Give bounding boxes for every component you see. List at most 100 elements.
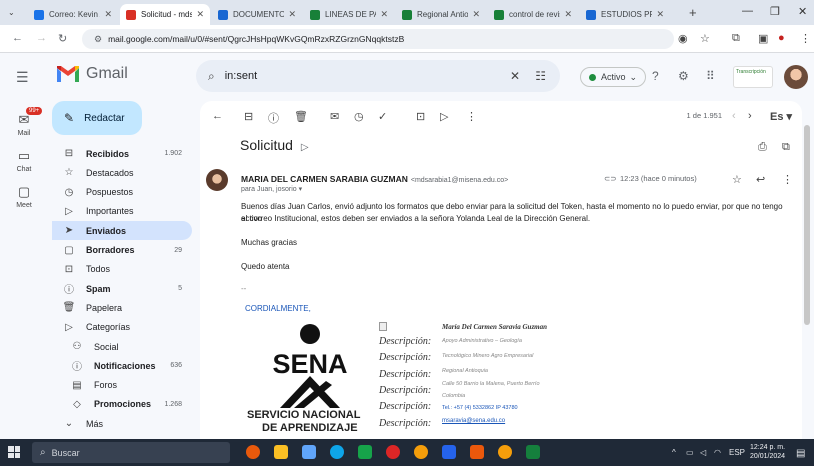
report-spam-icon[interactable]: ⓘ	[268, 110, 279, 126]
taskbar-app-5-icon[interactable]	[358, 445, 372, 459]
rail-chat[interactable]: ▭ Chat	[0, 148, 48, 173]
open-new-window-icon[interactable]: ⧉	[782, 141, 790, 154]
input-language[interactable]: ESP	[729, 448, 745, 457]
folder-todos[interactable]: ⊡ Todos	[52, 260, 192, 279]
folder-foros[interactable]: ▤ Foros	[52, 376, 192, 395]
help-icon[interactable]: ?	[652, 69, 659, 83]
mark-unread-icon[interactable]: ✉	[330, 110, 339, 123]
minimize-icon[interactable]: —	[742, 5, 753, 17]
notifications-icon[interactable]: ▤	[796, 448, 805, 459]
reload-icon[interactable]: ↻	[58, 32, 67, 45]
search-icon[interactable]: ⌕	[208, 69, 215, 84]
powerpoint-icon[interactable]	[470, 445, 484, 459]
file-explorer-icon[interactable]	[274, 445, 288, 459]
account-avatar[interactable]	[784, 65, 808, 89]
back-icon[interactable]: ←	[12, 32, 23, 44]
mail-search-bar[interactable]: ⌕ in:sent ✕ ☷	[196, 60, 560, 92]
sidepanel-icon[interactable]: ▣	[758, 32, 768, 45]
folder-borradores[interactable]: ▢ Borradores 29	[52, 241, 192, 260]
folder-destacados[interactable]: ☆ Destacados	[52, 163, 192, 182]
clear-search-icon[interactable]: ✕	[510, 69, 520, 83]
rail-meet[interactable]: ▢ Meet	[0, 184, 48, 209]
browser-tab[interactable]: ESTUDIOS PREV✕	[580, 4, 670, 25]
browser-tab[interactable]: control de revis ✕	[488, 4, 578, 25]
tab-close-icon[interactable]: ✕	[564, 9, 572, 20]
back-to-list-icon[interactable]: ←	[212, 110, 223, 122]
taskbar-clock[interactable]: 12:24 p. m. 20/01/2024	[750, 443, 785, 461]
folder-importantes[interactable]: ▷ Importantes	[52, 202, 192, 221]
edge-icon[interactable]	[330, 445, 344, 459]
network-icon[interactable]: ◠	[714, 448, 721, 457]
sender-avatar[interactable]	[206, 169, 228, 191]
folder-spam[interactable]: ⓘ Spam 5	[52, 279, 192, 298]
chrome-icon[interactable]	[414, 445, 428, 459]
compose-button[interactable]: ✎ Redactar	[52, 101, 142, 135]
folder-recibidos[interactable]: ⊟ Recibidos 1.902	[52, 144, 192, 163]
move-to-icon[interactable]: ⊡	[416, 110, 425, 123]
taskbar-search[interactable]: ⌕ Buscar	[32, 442, 230, 463]
windows-start-icon[interactable]	[8, 446, 20, 458]
profile-icon[interactable]: ●	[778, 32, 785, 44]
tab-close-icon[interactable]: ✕	[104, 9, 112, 20]
rail-mail[interactable]: ✉ Mail	[0, 112, 48, 137]
taskbar-app-3-icon[interactable]	[302, 445, 316, 459]
word-icon[interactable]	[442, 445, 456, 459]
folder-social[interactable]: ⚇ Social	[52, 337, 192, 356]
folder-mas[interactable]: ⌄ Más	[52, 414, 192, 433]
delete-icon[interactable]: 🗑	[294, 110, 308, 123]
browser-tab[interactable]: Solicitud - mdsa ✕	[120, 4, 210, 25]
chrome-profile-icon[interactable]	[498, 445, 512, 459]
tab-close-icon[interactable]: ✕	[380, 9, 388, 20]
label-icon[interactable]: ▷	[440, 110, 448, 123]
folder-papelera[interactable]: 🗑 Papelera	[52, 298, 192, 317]
star-icon[interactable]: ☆	[732, 173, 742, 186]
label-tag-icon[interactable]: ▷	[301, 142, 309, 153]
message-more-icon[interactable]: ⋮	[782, 173, 793, 186]
taskbar-app-1-icon[interactable]	[246, 445, 260, 459]
more-actions-icon[interactable]: ⋮	[466, 110, 477, 123]
folder-pospuestos[interactable]: ◷ Pospuestos	[52, 183, 192, 202]
tab-close-icon[interactable]: ✕	[196, 9, 204, 20]
archive-icon[interactable]: ⊟	[244, 110, 253, 123]
extensions-icon[interactable]: ⧉	[732, 32, 740, 45]
next-page-icon[interactable]: ›	[748, 110, 752, 122]
settings-gear-icon[interactable]: ⚙	[678, 69, 689, 83]
status-selector[interactable]: Activo ⌄	[580, 67, 647, 87]
close-window-icon[interactable]: ✕	[798, 5, 807, 18]
search-input[interactable]: in:sent	[225, 70, 257, 82]
volume-icon[interactable]: ◁	[700, 448, 706, 457]
add-task-icon[interactable]: ✓	[378, 110, 387, 123]
snooze-icon[interactable]: ◷	[354, 110, 364, 123]
main-menu-icon[interactable]: ☰	[16, 69, 29, 86]
scrollbar-thumb[interactable]	[804, 125, 810, 325]
browser-tab[interactable]: Correo: Kevin A ✕	[28, 4, 118, 25]
site-info-icon[interactable]: ⚙	[94, 34, 102, 45]
tracking-icon[interactable]: ◉	[678, 32, 688, 45]
battery-icon[interactable]: ▭	[686, 448, 694, 457]
browser-menu-icon[interactable]: ⋮	[800, 32, 811, 45]
sender-name[interactable]: MARIA DEL CARMEN SARABIA GUZMAN	[241, 174, 408, 184]
apps-grid-icon[interactable]: ⠿	[706, 69, 715, 83]
browser-tab[interactable]: Regional Antioq ✕	[396, 4, 486, 25]
tab-search-icon[interactable]: ⌄	[8, 8, 18, 18]
bookmark-star-icon[interactable]: ☆	[700, 32, 710, 45]
browser-tab[interactable]: DOCUMENTOS✕	[212, 4, 302, 25]
folder-categorias[interactable]: ▷ Categorías	[52, 318, 192, 337]
tray-chevron-icon[interactable]: ^	[672, 448, 676, 457]
recipients-line[interactable]: para Juan, josorio ▾	[241, 185, 302, 193]
tab-close-icon[interactable]: ✕	[656, 9, 664, 20]
print-icon[interactable]: ⎙	[758, 141, 767, 154]
url-bar[interactable]: ⚙ mail.google.com/mail/u/0/#sent/QgrcJHs…	[82, 29, 674, 49]
tab-close-icon[interactable]: ✕	[472, 9, 480, 20]
prev-page-icon[interactable]: ‹	[732, 110, 736, 122]
browser-tab[interactable]: LINEAS DE PAA✕	[304, 4, 394, 25]
tab-close-icon[interactable]: ✕	[288, 9, 296, 20]
folder-notificaciones[interactable]: ⓘ Notificaciones 636	[52, 356, 192, 375]
folder-promociones[interactable]: ◇ Promociones 1.268	[52, 395, 192, 414]
forward-icon[interactable]: →	[36, 32, 47, 44]
reply-icon[interactable]: ↩	[756, 173, 765, 186]
folder-enviados[interactable]: ➤ Enviados	[52, 221, 192, 241]
excel-icon[interactable]	[526, 445, 540, 459]
office-icon[interactable]	[386, 445, 400, 459]
search-options-icon[interactable]: ☷	[535, 69, 546, 83]
